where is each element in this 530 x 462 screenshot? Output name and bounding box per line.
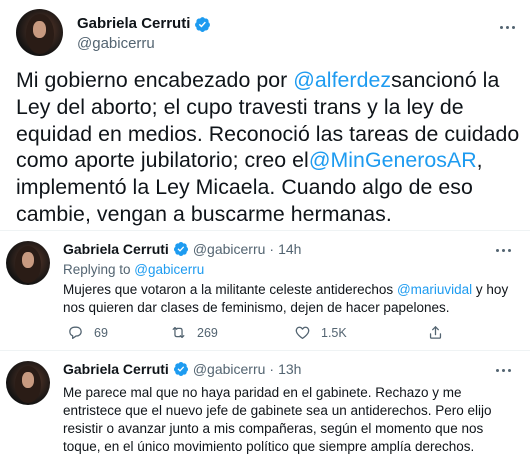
retweet-button[interactable]: 269	[170, 324, 218, 341]
share-button[interactable]	[427, 324, 444, 341]
reply-timestamp[interactable]: 14h	[278, 240, 301, 258]
author-handle[interactable]: @gabicerru	[77, 35, 155, 53]
tweet-actions: 69 269 1.5K	[63, 324, 483, 344]
divider	[0, 230, 530, 231]
meta-separator: ·	[269, 361, 275, 377]
meta-separator: ·	[269, 241, 275, 257]
reply-author-handle[interactable]: @gabicerru	[193, 240, 266, 258]
reply-tweet[interactable]: Gabriela Cerruti @gabicerru · 14h Replyi…	[0, 236, 530, 350]
reply-author-handle[interactable]: @gabicerru	[193, 360, 266, 378]
replying-to: Replying to @gabicerru	[63, 261, 204, 279]
main-tweet[interactable]: Gabriela Cerruti @gabicerru Mi gobierno …	[0, 0, 530, 230]
reply-avatar[interactable]	[6, 361, 50, 405]
author-avatar[interactable]	[16, 9, 63, 56]
reply-author-name[interactable]: Gabriela Cerruti	[63, 360, 169, 378]
author-name-text[interactable]: Gabriela Cerruti	[77, 15, 190, 33]
avatar-face	[22, 372, 34, 388]
reply-text-part: Mujeres que votaron a la militante celes…	[63, 282, 397, 297]
more-options-icon[interactable]	[496, 366, 516, 374]
reply-text: Mujeres que votaron a la militante celes…	[63, 281, 523, 317]
mention-link[interactable]: @mariuvidal	[397, 282, 472, 297]
reply-author-name[interactable]: Gabriela Cerruti	[63, 240, 169, 258]
reply-timestamp[interactable]: 13h	[278, 360, 301, 378]
like-count: 1.5K	[321, 325, 347, 340]
reply-header: Gabriela Cerruti @gabicerru · 14h	[63, 240, 301, 258]
replying-to-label: Replying to	[63, 262, 135, 277]
verified-badge-icon	[173, 241, 189, 257]
more-options-icon[interactable]	[500, 22, 520, 32]
mention-link[interactable]: @MinGenerosAR	[309, 148, 477, 172]
reply-tweet[interactable]: Gabriela Cerruti @gabicerru · 13h Me par…	[0, 356, 530, 462]
heart-icon	[294, 324, 311, 341]
retweet-icon	[170, 324, 187, 341]
verified-badge-icon	[173, 361, 189, 377]
share-icon	[427, 324, 444, 341]
avatar-face	[22, 252, 34, 268]
replying-to-handle[interactable]: @gabicerru	[134, 262, 204, 277]
reply-icon	[67, 324, 84, 341]
avatar-face	[33, 21, 46, 38]
divider	[0, 350, 530, 351]
author-name[interactable]: Gabriela Cerruti	[77, 15, 211, 33]
more-options-icon[interactable]	[496, 246, 516, 254]
retweet-count: 269	[197, 325, 218, 340]
tweet-text: Mi gobierno encabezado por @alferdezsanc…	[16, 67, 526, 228]
reply-count: 69	[94, 325, 108, 340]
reply-header: Gabriela Cerruti @gabicerru · 13h	[63, 360, 301, 378]
reply-avatar[interactable]	[6, 241, 50, 285]
reply-text: Me parece mal que no haya paridad en el …	[63, 385, 492, 454]
verified-badge-icon	[194, 16, 211, 33]
reply-button[interactable]: 69	[67, 324, 108, 341]
mention-link[interactable]: @alferdez	[293, 68, 391, 92]
tweet-text-part: Mi gobierno encabezado por	[16, 68, 294, 92]
like-button[interactable]: 1.5K	[294, 324, 347, 341]
